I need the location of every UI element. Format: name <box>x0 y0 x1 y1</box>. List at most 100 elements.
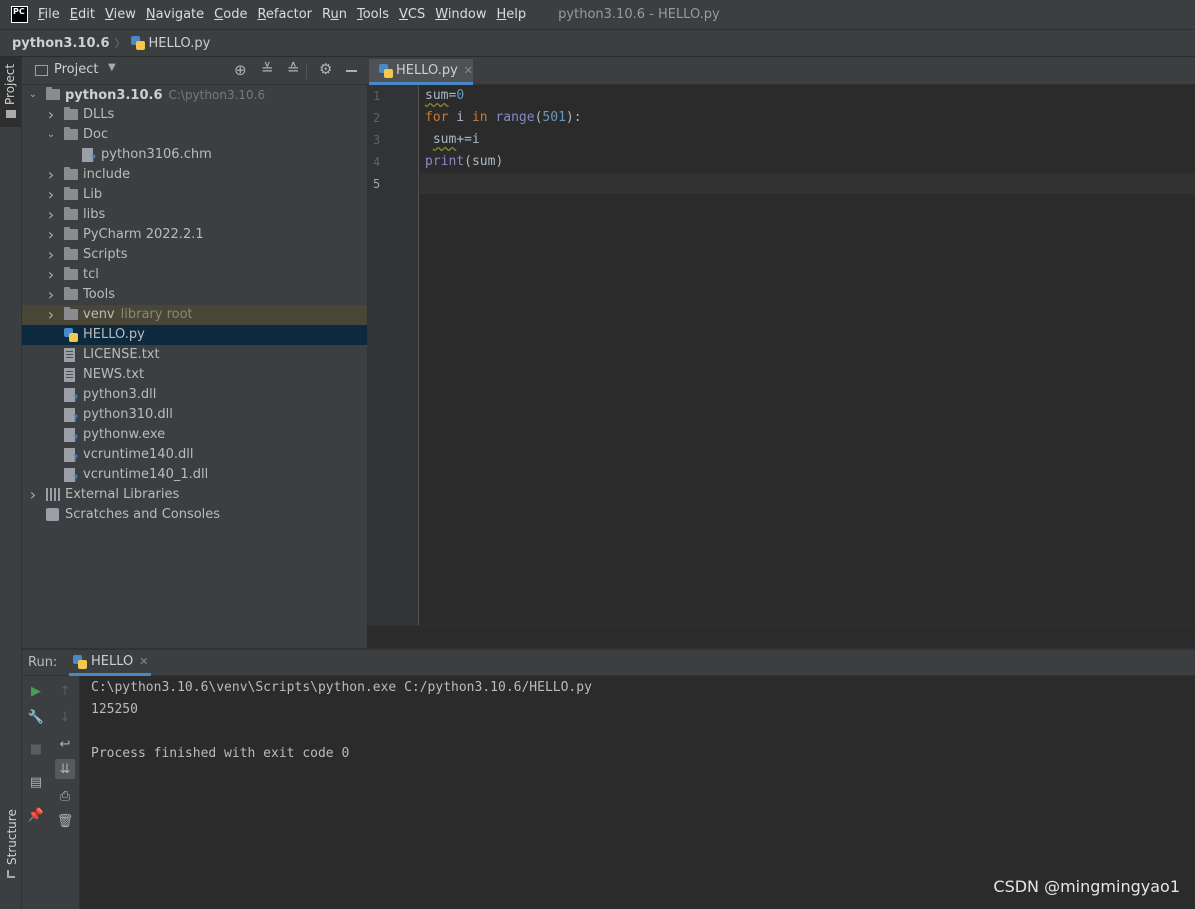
soft-wrap-icon[interactable]: ↩ <box>55 734 75 754</box>
gear-icon[interactable]: ⚙ <box>319 60 332 78</box>
tree-item[interactable]: › tcl <box>22 265 367 285</box>
folder-icon <box>64 287 78 300</box>
structure-icon <box>7 870 15 878</box>
code-token: sum <box>425 88 449 103</box>
chevron-right-icon[interactable]: › <box>46 185 56 205</box>
divider <box>306 63 307 79</box>
tree-item[interactable]: › DLLs <box>22 105 367 125</box>
pin-icon[interactable]: 📌 <box>26 805 46 825</box>
chevron-down-icon[interactable]: ⌄ <box>28 85 38 105</box>
project-tree: ⌄ python3.10.6C:\python3.10.6 › DLLs ⌄ Doc pyt… <box>22 85 367 525</box>
left-tool-strip: Project Structure <box>0 57 22 909</box>
menu-item-refactor[interactable]: Refactor <box>257 7 312 22</box>
breadcrumb-file[interactable]: HELLO.py <box>149 36 211 51</box>
arrow-up-icon[interactable]: ↑ <box>55 681 75 701</box>
chevron-right-icon: 〉 <box>114 37 126 50</box>
layout-icon[interactable]: ▤ <box>26 772 46 792</box>
editor-footer <box>367 625 1195 648</box>
chevron-right-icon[interactable]: › <box>46 305 56 325</box>
run-icon[interactable]: ▶ <box>26 681 46 701</box>
project-tool-tab[interactable]: Project <box>0 57 21 127</box>
run-tab-hello[interactable]: HELLO ✕ <box>69 650 151 676</box>
minimize-icon[interactable] <box>346 70 357 72</box>
tree-item-label: python310.dll <box>83 407 173 422</box>
trash-icon[interactable]: 🗑 <box>55 811 75 831</box>
tree-item[interactable]: ⌄ Doc <box>22 125 367 145</box>
tree-item-label: Scratches and Consoles <box>65 507 221 522</box>
tree-item[interactable]: HELLO.py <box>22 325 367 345</box>
tree-item-label: NEWS.txt <box>83 367 145 382</box>
tree-item-label: python3.dll <box>83 387 157 402</box>
wrench-icon[interactable]: 🔧 <box>26 707 46 727</box>
tree-item[interactable]: vcruntime140_1.dll <box>22 465 367 485</box>
tree-item-label: pythonw.exe <box>83 427 166 442</box>
tree-item[interactable]: python310.dll <box>22 405 367 425</box>
code-token: range <box>495 110 535 125</box>
menu-item-tools[interactable]: Tools <box>357 7 389 22</box>
close-icon[interactable]: ✕ <box>464 64 473 77</box>
chevron-right-icon[interactable]: › <box>46 245 56 265</box>
run-console[interactable]: C:\python3.10.6\venv\Scripts\python.exe … <box>80 676 1195 909</box>
tree-item[interactable]: › libs <box>22 205 367 225</box>
tree-item[interactable]: › Lib <box>22 185 367 205</box>
tree-item[interactable]: Scratches and Consoles <box>22 505 367 525</box>
window-title: python3.10.6 - HELLO.py <box>558 7 720 22</box>
menu-item-window[interactable]: Window <box>435 7 486 22</box>
stop-icon[interactable]: ■ <box>26 739 46 759</box>
project-tool-tab-label: Project <box>3 63 17 105</box>
code-editor[interactable]: 12345 sum=0 for i in range(501): sum+=i … <box>367 85 1195 625</box>
menu-item-view[interactable]: View <box>105 7 136 22</box>
tree-item[interactable]: vcruntime140.dll <box>22 445 367 465</box>
tree-item[interactable]: › Scripts <box>22 245 367 265</box>
tree-item-label: include <box>83 167 131 182</box>
structure-tool-tab[interactable]: Structure <box>0 807 21 907</box>
tree-item[interactable]: › External Libraries <box>22 485 367 505</box>
folder-icon <box>6 110 16 118</box>
chevron-right-icon[interactable]: › <box>46 265 56 285</box>
menu-item-vcs[interactable]: VCS <box>399 7 425 22</box>
tab-hello-py[interactable]: HELLO.py ✕ <box>369 59 473 85</box>
tree-item-label: vcruntime140.dll <box>83 447 194 462</box>
dropdown-arrow-icon[interactable]: ▼ <box>108 62 116 73</box>
menu-item-edit[interactable]: Edit <box>70 7 95 22</box>
menu-item-navigate[interactable]: Navigate <box>146 7 204 22</box>
print-icon[interactable]: ⎙ <box>55 786 75 806</box>
scroll-to-end-icon[interactable]: ⇊ <box>55 759 75 779</box>
arrow-down-icon[interactable]: ↓ <box>55 707 75 727</box>
expand-all-icon[interactable]: ≚ <box>261 60 274 78</box>
libraries-icon <box>46 488 60 501</box>
folder-icon <box>64 187 78 200</box>
breadcrumb-project[interactable]: python3.10.6 <box>12 36 110 51</box>
menu-item-help[interactable]: Help <box>497 7 527 22</box>
chevron-right-icon[interactable]: › <box>46 165 56 185</box>
menu-item-run[interactable]: Run <box>322 7 347 22</box>
tree-item[interactable]: › include <box>22 165 367 185</box>
chevron-down-icon[interactable]: ⌄ <box>46 125 56 145</box>
close-icon[interactable]: ✕ <box>139 655 148 668</box>
tree-item[interactable]: › Tools <box>22 285 367 305</box>
tree-item-label: Lib <box>83 187 103 202</box>
chevron-right-icon[interactable]: › <box>28 485 38 505</box>
tree-item[interactable]: pythonw.exe <box>22 425 367 445</box>
chevron-right-icon[interactable]: › <box>46 285 56 305</box>
tree-item[interactable]: ⌄ python3.10.6 C:\python3.10.6 <box>22 85 367 105</box>
tree-item[interactable]: python3.dll <box>22 385 367 405</box>
locate-icon[interactable]: ⊕ <box>234 61 247 79</box>
tree-item[interactable]: python3106.chm <box>22 145 367 165</box>
menu-item-code[interactable]: Code <box>214 7 247 22</box>
collapse-all-icon[interactable]: ≙ <box>287 60 300 78</box>
chevron-right-icon[interactable]: › <box>46 105 56 125</box>
structure-tool-tab-label: Structure <box>5 809 19 865</box>
python-file-icon <box>64 328 78 342</box>
tree-item[interactable]: › venv library root <box>22 305 367 325</box>
chevron-right-icon[interactable]: › <box>46 205 56 225</box>
text-file-icon <box>64 368 75 382</box>
menu-item-file[interactable]: File <box>38 7 60 22</box>
tree-item[interactable]: NEWS.txt <box>22 365 367 385</box>
tree-item[interactable]: LICENSE.txt <box>22 345 367 365</box>
chevron-right-icon[interactable]: › <box>46 225 56 245</box>
code-line: sum+=i <box>432 132 480 147</box>
tree-item-label: HELLO.py <box>83 327 145 342</box>
tree-item[interactable]: › PyCharm 2022.2.1 <box>22 225 367 245</box>
project-panel-title[interactable]: Project <box>54 62 98 77</box>
